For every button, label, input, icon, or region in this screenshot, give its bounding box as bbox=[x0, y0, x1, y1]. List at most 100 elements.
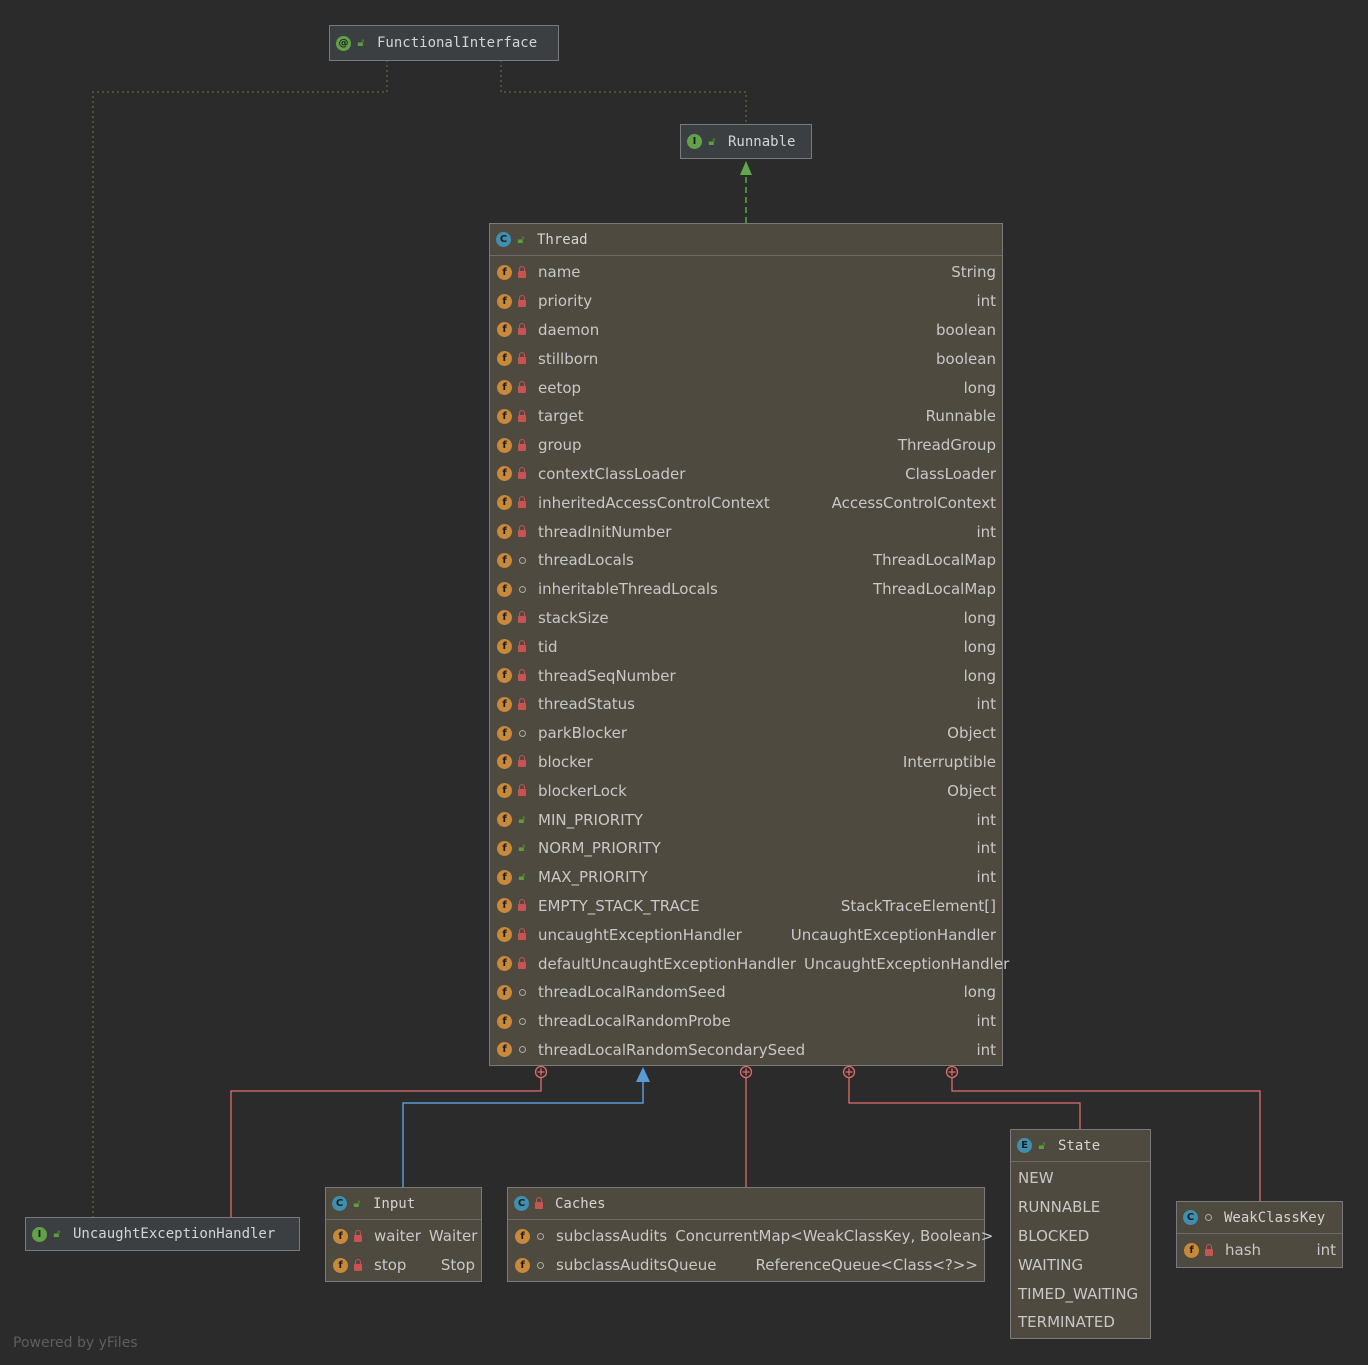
private-lock-icon bbox=[516, 640, 528, 653]
enum-constant-name: RUNNABLE bbox=[1018, 1198, 1101, 1217]
field-type: boolean bbox=[936, 320, 996, 339]
field-icon: f bbox=[497, 524, 512, 540]
field-icon: f bbox=[1184, 1242, 1199, 1258]
implements-arrowhead bbox=[740, 161, 752, 175]
field-row[interactable]: f daemon boolean bbox=[490, 316, 1002, 345]
enum-constant[interactable]: BLOCKED bbox=[1011, 1222, 1150, 1251]
field-row[interactable]: f blockerLock Object bbox=[490, 776, 1002, 805]
field-icon: f bbox=[515, 1257, 530, 1273]
node-runnable[interactable]: I 🔓︎ Runnable bbox=[680, 124, 812, 159]
annotation-edge-runnable bbox=[500, 60, 747, 125]
field-row[interactable]: f group ThreadGroup bbox=[490, 431, 1002, 460]
field-row[interactable]: f subclassAuditsQueue ReferenceQueue<Class… bbox=[508, 1251, 984, 1280]
package-visibility-icon bbox=[516, 1044, 528, 1056]
annotation-edge-uncaught-handler bbox=[92, 60, 388, 1218]
public-lock-icon: 🔓︎ bbox=[517, 232, 525, 246]
field-name: name bbox=[538, 263, 581, 282]
field-type: Waiter bbox=[428, 1227, 478, 1246]
field-type: ThreadLocalMap bbox=[873, 580, 996, 599]
field-row[interactable]: f EMPTY_STACK_TRACE StackTraceElement[] bbox=[490, 892, 1002, 921]
enum-constant-name: TERMINATED bbox=[1018, 1313, 1115, 1332]
node-weak-class-key[interactable]: C WeakClassKey f hash int bbox=[1176, 1201, 1343, 1268]
field-row[interactable]: f waiter Waiter bbox=[326, 1222, 481, 1251]
field-type: long bbox=[963, 983, 996, 1002]
package-visibility-icon bbox=[534, 1259, 546, 1271]
public-lock-icon: 🔓︎ bbox=[357, 36, 365, 49]
field-row[interactable]: f subclassAudits ConcurrentMap<WeakClassKe… bbox=[508, 1222, 993, 1251]
field-type: long bbox=[963, 666, 996, 685]
field-icon: f bbox=[497, 898, 512, 914]
field-row[interactable]: f threadLocalRandomProbe int bbox=[490, 1007, 1002, 1036]
field-icon: f bbox=[497, 840, 512, 856]
class-icon: C bbox=[514, 1196, 529, 1211]
field-icon: f bbox=[497, 725, 512, 741]
node-caches[interactable]: C Caches f subclassAudits ConcurrentMap<We… bbox=[507, 1187, 993, 1282]
field-row[interactable]: f uncaughtExceptionHandler UncaughtExcepti… bbox=[490, 920, 1002, 949]
public-lock-icon: 🔓︎ bbox=[708, 134, 716, 148]
node-uncaught-exception-handler[interactable]: I 🔓︎ UncaughtExceptionHandler bbox=[25, 1217, 300, 1251]
enum-constant[interactable]: RUNNABLE bbox=[1011, 1193, 1150, 1222]
enum-constant[interactable]: TIMED_WAITING bbox=[1011, 1279, 1150, 1308]
field-name: MAX_PRIORITY bbox=[538, 868, 648, 887]
field-row[interactable]: f hash int bbox=[1177, 1236, 1342, 1265]
field-row[interactable]: f threadLocalRandomSeed long bbox=[490, 978, 1002, 1007]
enum-constant[interactable]: NEW bbox=[1011, 1164, 1150, 1193]
private-lock-icon bbox=[516, 611, 528, 624]
private-lock-icon bbox=[1203, 1243, 1215, 1256]
field-name: threadLocalRandomProbe bbox=[538, 1012, 731, 1031]
enum-constant-name: NEW bbox=[1018, 1169, 1054, 1188]
field-name: blockerLock bbox=[538, 781, 627, 800]
field-icon: f bbox=[497, 408, 512, 424]
field-icon: f bbox=[497, 984, 512, 1000]
field-row[interactable]: f inheritedAccessControlContext AccessCont… bbox=[490, 488, 1002, 517]
node-input[interactable]: C 🔓︎ Input f waiter Waiter f stop Stop bbox=[325, 1187, 482, 1282]
package-visibility-icon bbox=[516, 583, 528, 595]
enum-constant-name: WAITING bbox=[1018, 1255, 1084, 1274]
private-lock-icon bbox=[516, 294, 528, 307]
field-type: ClassLoader bbox=[905, 464, 996, 483]
field-row[interactable]: f 🔓︎ MAX_PRIORITY int bbox=[490, 863, 1002, 892]
field-type: int bbox=[976, 1012, 996, 1031]
field-row[interactable]: f threadSeqNumber long bbox=[490, 661, 1002, 690]
field-row[interactable]: f threadLocals ThreadLocalMap bbox=[490, 546, 1002, 575]
field-row[interactable]: f contextClassLoader ClassLoader bbox=[490, 460, 1002, 489]
field-row[interactable]: f inheritableThreadLocals ThreadLocalMap bbox=[490, 575, 1002, 604]
extends-edge-input-thread bbox=[402, 1082, 644, 1188]
field-icon: f bbox=[497, 552, 512, 568]
field-row[interactable]: f threadStatus int bbox=[490, 690, 1002, 719]
field-row[interactable]: f eetop long bbox=[490, 373, 1002, 402]
field-row[interactable]: f blocker Interruptible bbox=[490, 748, 1002, 777]
field-icon: f bbox=[497, 322, 512, 338]
field-name: inheritedAccessControlContext bbox=[538, 493, 770, 512]
field-icon: f bbox=[497, 1042, 512, 1058]
field-row[interactable]: f parkBlocker Object bbox=[490, 719, 1002, 748]
field-name: parkBlocker bbox=[538, 724, 627, 743]
field-icon: f bbox=[497, 754, 512, 770]
private-lock-icon bbox=[516, 265, 528, 278]
package-visibility-icon bbox=[1202, 1212, 1214, 1224]
field-row[interactable]: f name String bbox=[490, 258, 1002, 287]
private-lock-icon bbox=[516, 496, 528, 509]
field-row[interactable]: f threadInitNumber int bbox=[490, 517, 1002, 546]
field-row[interactable]: f threadLocalRandomSecondarySeed int bbox=[490, 1036, 1002, 1065]
node-title: Caches bbox=[555, 1195, 606, 1212]
field-name: daemon bbox=[538, 320, 600, 339]
public-lock-icon: 🔓︎ bbox=[518, 841, 526, 855]
node-thread[interactable]: C 🔓︎ Thread f name String f priority int f daem… bbox=[489, 223, 1009, 1066]
field-row[interactable]: f target Runnable bbox=[490, 402, 1002, 431]
node-title: Thread bbox=[537, 231, 588, 248]
field-row[interactable]: f priority int bbox=[490, 287, 1002, 316]
field-row[interactable]: f 🔓︎ MIN_PRIORITY int bbox=[490, 805, 1002, 834]
field-row[interactable]: f stop Stop bbox=[326, 1251, 481, 1280]
field-row[interactable]: f stillborn boolean bbox=[490, 344, 1002, 373]
field-row[interactable]: f tid long bbox=[490, 632, 1002, 661]
private-lock-icon bbox=[533, 1197, 545, 1210]
enum-constant[interactable]: TERMINATED bbox=[1011, 1308, 1150, 1337]
node-functional-interface[interactable]: @ 🔓︎ FunctionalInterface bbox=[329, 25, 559, 61]
field-row[interactable]: f stackSize long bbox=[490, 604, 1002, 633]
field-row[interactable]: f 🔓︎ NORM_PRIORITY int bbox=[490, 834, 1002, 863]
enum-constant[interactable]: WAITING bbox=[1011, 1250, 1150, 1279]
field-row[interactable]: f defaultUncaughtExceptionHandler Uncaught… bbox=[490, 949, 1009, 978]
field-name: stop bbox=[374, 1256, 407, 1275]
node-state[interactable]: E 🔓︎ State NEW RUNNABLE BLOCKED WAITING TIME… bbox=[1010, 1129, 1151, 1339]
